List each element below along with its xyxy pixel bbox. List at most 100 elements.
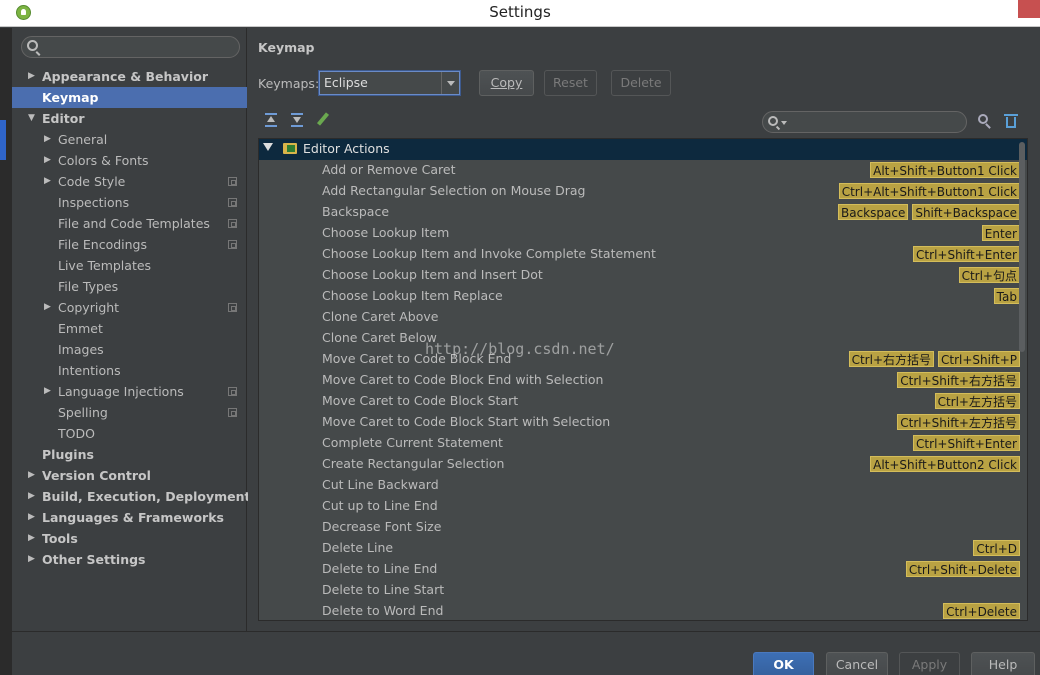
find-by-shortcut-icon[interactable]	[977, 113, 993, 129]
sidebar-item-general[interactable]: ▶ General	[12, 129, 247, 150]
sidebar-item-appearance-behavior[interactable]: ▶ Appearance & Behavior	[12, 66, 247, 87]
expand-arrow-icon[interactable]: ▶	[44, 129, 54, 150]
sidebar-item-label: Tools	[42, 531, 78, 546]
expand-arrow-icon[interactable]: ▶	[28, 486, 38, 507]
expand-arrow-icon[interactable]: ▶	[28, 507, 38, 528]
action-name: Add or Remove Caret	[322, 162, 456, 177]
action-row[interactable]: Cut up to Line End	[259, 496, 1027, 517]
settings-search-box[interactable]	[21, 36, 240, 58]
shortcut-badge: Ctrl+Shift+右方括号	[897, 372, 1020, 388]
action-row[interactable]: Choose Lookup Item and Insert Dot Ctrl+句点	[259, 265, 1027, 286]
reset-button[interactable]: Reset	[544, 70, 597, 96]
action-filter-box[interactable]	[762, 111, 967, 133]
sidebar-item-code-style[interactable]: ▶ Code Style	[12, 171, 247, 192]
shortcut-list: Ctrl+Delete	[943, 603, 1020, 619]
help-button[interactable]: Help	[971, 652, 1035, 675]
settings-search-input[interactable]	[44, 39, 234, 55]
shortcut-list: Ctrl+Shift+Enter	[913, 435, 1020, 451]
action-row[interactable]: Delete to Line End Ctrl+Shift+Delete	[259, 559, 1027, 580]
action-row[interactable]: Move Caret to Code Block Start with Sele…	[259, 412, 1027, 433]
sidebar-item-version-control[interactable]: ▶ Version Control	[12, 465, 247, 486]
expand-arrow-icon[interactable]	[263, 143, 273, 151]
sidebar-item-intentions[interactable]: Intentions	[12, 360, 247, 381]
expand-arrow-icon[interactable]: ▶	[28, 549, 38, 570]
close-window-button[interactable]	[1018, 0, 1040, 18]
chevron-down-icon[interactable]	[441, 72, 459, 94]
background-window-strip	[0, 28, 12, 675]
action-row[interactable]: Move Caret to Code Block End with Select…	[259, 370, 1027, 391]
action-row[interactable]: Choose Lookup Item and Invoke Complete S…	[259, 244, 1027, 265]
shortcut-badge: Ctrl+Alt+Shift+Button1 Click	[838, 183, 1020, 199]
sidebar-item-editor[interactable]: ▼ Editor	[12, 108, 247, 129]
expand-arrow-icon[interactable]: ▶	[28, 528, 38, 549]
action-filter-input[interactable]	[791, 114, 961, 130]
sidebar-item-images[interactable]: Images	[12, 339, 247, 360]
sidebar-item-label: Build, Execution, Deployment	[42, 489, 251, 504]
action-row[interactable]: Choose Lookup Item Enter	[259, 223, 1027, 244]
action-name: Decrease Font Size	[322, 519, 442, 534]
sidebar-item-file-encodings[interactable]: File Encodings	[12, 234, 247, 255]
sidebar-item-languages-frameworks[interactable]: ▶ Languages & Frameworks	[12, 507, 247, 528]
collapse-all-icon[interactable]	[289, 112, 305, 128]
action-row[interactable]: Choose Lookup Item Replace Tab	[259, 286, 1027, 307]
shortcut-badge: Ctrl+左方括号	[934, 393, 1020, 409]
sidebar-item-emmet[interactable]: Emmet	[12, 318, 247, 339]
shortcut-list: Ctrl+Shift+Delete	[905, 561, 1020, 577]
action-row[interactable]: Cut Line Backward	[259, 475, 1027, 496]
action-row[interactable]: Complete Current Statement Ctrl+Shift+Ent…	[259, 433, 1027, 454]
action-row[interactable]: Decrease Font Size	[259, 517, 1027, 538]
sidebar-item-inspections[interactable]: Inspections	[12, 192, 247, 213]
shortcut-badge: Ctrl+Shift+左方括号	[897, 414, 1020, 430]
sidebar-item-label: Language Injections	[58, 384, 184, 399]
sidebar-item-file-and-code-templates[interactable]: File and Code Templates	[12, 213, 247, 234]
sidebar-item-label: General	[58, 132, 108, 147]
expand-arrow-icon[interactable]: ▶	[44, 171, 54, 192]
vertical-scrollbar[interactable]	[1019, 142, 1025, 352]
sidebar-item-build-execution-deployment[interactable]: ▶ Build, Execution, Deployment	[12, 486, 251, 507]
action-row[interactable]: Move Caret to Code Block Start Ctrl+左方括号	[259, 391, 1027, 412]
chevron-down-icon[interactable]	[781, 121, 787, 125]
sidebar-item-live-templates[interactable]: Live Templates	[12, 255, 247, 276]
sidebar-item-language-injections[interactable]: ▶ Language Injections	[12, 381, 247, 402]
cancel-button[interactable]: Cancel	[826, 652, 888, 675]
action-row[interactable]: Delete Line Ctrl+D	[259, 538, 1027, 559]
apply-button[interactable]: Apply	[899, 652, 960, 675]
shortcut-list: Backspace Shift+Backspace	[837, 204, 1020, 220]
expand-arrow-icon[interactable]: ▶	[28, 66, 38, 87]
collapse-arrow-icon[interactable]: ▼	[28, 108, 38, 129]
sidebar-item-other-settings[interactable]: ▶ Other Settings	[12, 549, 247, 570]
action-row[interactable]: Add or Remove Caret Alt+Shift+Button1 Cli…	[259, 160, 1027, 181]
expand-arrow-icon[interactable]: ▶	[28, 465, 38, 486]
sidebar-item-spelling[interactable]: Spelling	[12, 402, 247, 423]
sidebar-item-colors-fonts[interactable]: ▶ Colors & Fonts	[12, 150, 247, 171]
action-name: Choose Lookup Item Replace	[322, 288, 503, 303]
sidebar-item-plugins[interactable]: Plugins	[12, 444, 247, 465]
edit-shortcut-icon[interactable]	[315, 112, 331, 128]
action-row[interactable]: Delete to Line Start	[259, 580, 1027, 601]
action-row[interactable]: Clone Caret Below	[259, 328, 1027, 349]
action-row[interactable]: Create Rectangular Selection Alt+Shift+Bu…	[259, 454, 1027, 475]
action-row[interactable]: Backspace Backspace Shift+Backspace	[259, 202, 1027, 223]
tree-group-row[interactable]: Editor Actions	[259, 139, 1027, 160]
sidebar-item-file-types[interactable]: File Types	[12, 276, 247, 297]
action-name: Cut up to Line End	[322, 498, 438, 513]
copy-button[interactable]: Copy	[479, 70, 534, 96]
sidebar-item-tools[interactable]: ▶ Tools	[12, 528, 247, 549]
sidebar-item-copyright[interactable]: ▶ Copyright	[12, 297, 247, 318]
expand-all-icon[interactable]	[263, 112, 279, 128]
action-row[interactable]: Clone Caret Above	[259, 307, 1027, 328]
clear-filter-icon[interactable]	[1004, 113, 1018, 128]
action-row[interactable]: Add Rectangular Selection on Mouse Drag C…	[259, 181, 1027, 202]
action-row[interactable]: Delete to Word End Ctrl+Delete	[259, 601, 1027, 620]
expand-arrow-icon[interactable]: ▶	[44, 150, 54, 171]
delete-button[interactable]: Delete	[611, 70, 671, 96]
sidebar-item-label: Code Style	[58, 174, 126, 189]
expand-arrow-icon[interactable]: ▶	[44, 297, 54, 318]
ok-button[interactable]: OK	[753, 652, 814, 675]
keymap-dropdown[interactable]: Eclipse	[319, 71, 460, 95]
shortcut-badge: Ctrl+Shift+P	[938, 351, 1020, 367]
expand-arrow-icon[interactable]: ▶	[44, 381, 54, 402]
sidebar-item-todo[interactable]: TODO	[12, 423, 247, 444]
sidebar-item-keymap[interactable]: Keymap	[12, 87, 247, 108]
action-row[interactable]: Move Caret to Code Block End Ctrl+右方括号 Ctr…	[259, 349, 1027, 370]
